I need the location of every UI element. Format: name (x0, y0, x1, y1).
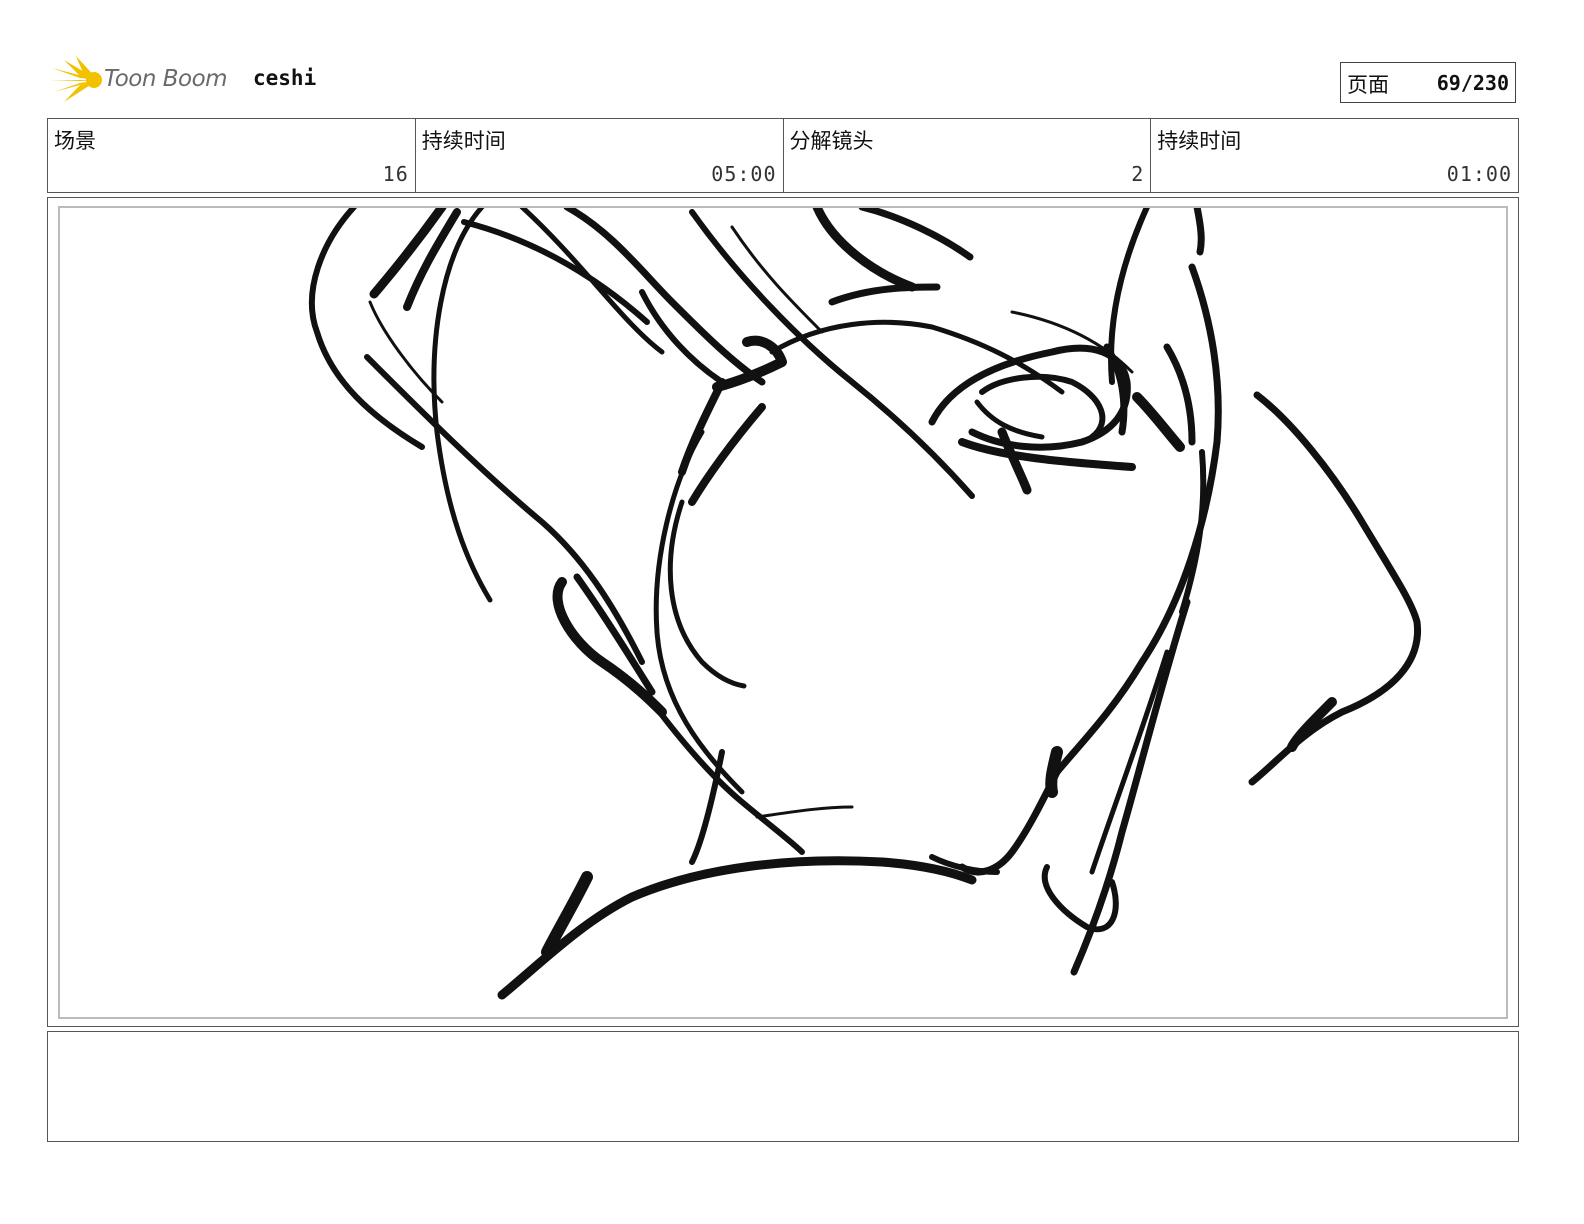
storyboard-panel-image (58, 206, 1508, 1019)
panel-duration-cell: 持续时间 01:00 (1151, 119, 1518, 192)
project-name: ceshi (253, 66, 317, 90)
panel-duration-value: 01:00 (1446, 162, 1512, 186)
sketch-drawing (308, 208, 1422, 1000)
page-label: 页面 (1347, 73, 1389, 97)
page-number: 69/230 (1436, 71, 1509, 95)
scene-cell: 场景 16 (48, 119, 416, 192)
panel-duration-label: 持续时间 (1157, 129, 1242, 153)
panel-value: 2 (1131, 162, 1145, 186)
page-indicator: 页面 69/230 (1340, 62, 1516, 103)
panel-notes-box (47, 1031, 1519, 1142)
toon-boom-logo: Toon Boom (50, 54, 240, 106)
scene-duration-label: 持续时间 (421, 129, 506, 153)
scene-info-table: 场景 16 持续时间 05:00 分解镜头 2 持续时间 01:00 (47, 118, 1519, 193)
scene-label: 场景 (54, 129, 96, 153)
scene-value: 16 (382, 162, 409, 186)
scene-duration-value: 05:00 (711, 162, 777, 186)
scene-duration-cell: 持续时间 05:00 (416, 119, 784, 192)
toon-boom-star-icon (50, 56, 102, 102)
panel-cell: 分解镜头 2 (784, 119, 1152, 192)
panel-label: 分解镜头 (789, 129, 874, 153)
logo-text: Toon Boom (104, 66, 228, 92)
